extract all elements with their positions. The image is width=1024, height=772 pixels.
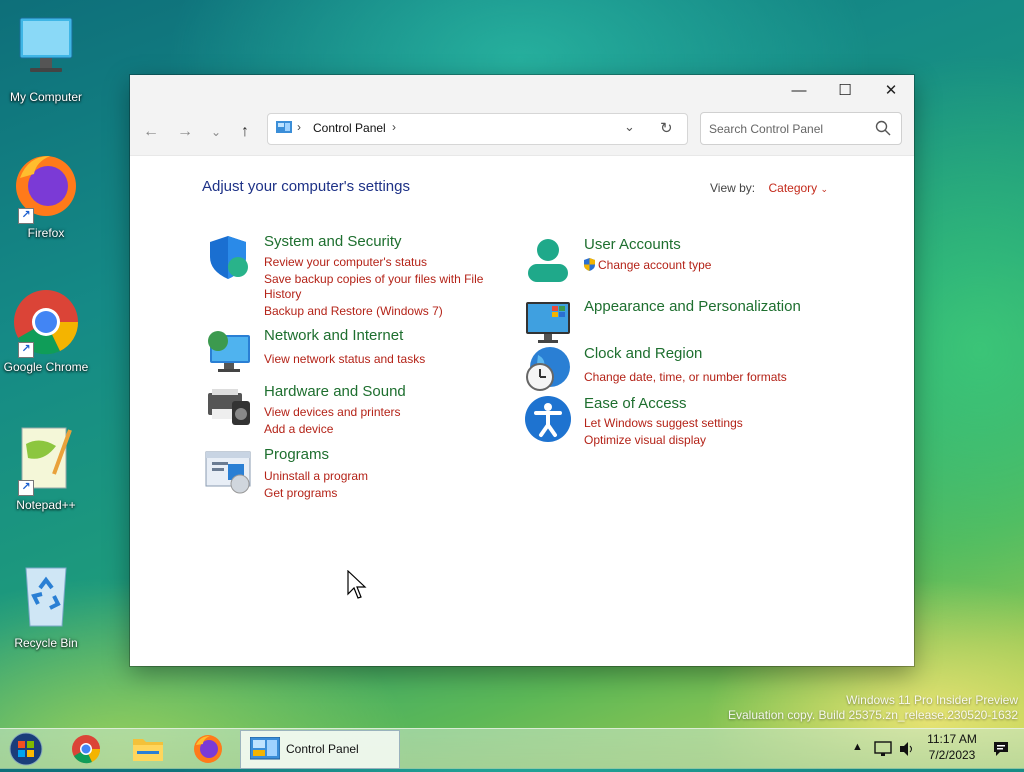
chrome-icon: ↗ xyxy=(10,284,82,358)
desktop-icon-label: Google Chrome xyxy=(3,360,89,374)
taskbar-control-panel-button[interactable]: Control Panel xyxy=(240,730,400,769)
content-area: Adjust your computer's settings View by:… xyxy=(130,156,914,666)
breadcrumb-separator: › xyxy=(297,120,301,134)
taskbar-file-explorer-icon[interactable] xyxy=(131,733,165,765)
appearance-monitor-icon xyxy=(524,298,572,346)
control-panel-icon xyxy=(249,736,281,766)
control-panel-small-icon xyxy=(276,121,292,140)
evaluation-watermark: Windows 11 Pro Insider Preview Evaluatio… xyxy=(728,693,1018,723)
caret-up-icon: ▲ xyxy=(852,741,863,753)
link-date-time-formats[interactable]: Change date, time, or number formats xyxy=(584,369,787,386)
chevron-down-icon: ⌄ xyxy=(820,184,829,194)
control-panel-window: — ☐ ✕ ← → ⌄ ↑ › Control Panel › ⌄ ↻ Sear… xyxy=(130,75,914,666)
category-title[interactable]: Network and Internet xyxy=(264,327,403,344)
view-by: View by: Category ⌄ xyxy=(710,181,828,195)
category-title[interactable]: Hardware and Sound xyxy=(264,383,406,400)
desktop-icon-recycle-bin[interactable]: Recycle Bin xyxy=(0,560,92,650)
desktop-icon-firefox[interactable]: ↗ Firefox xyxy=(0,150,92,240)
category-title[interactable]: Programs xyxy=(264,446,329,463)
category-title[interactable]: Ease of Access xyxy=(584,395,687,412)
category-title[interactable]: User Accounts xyxy=(584,236,681,253)
navigation-bar: ← → ⌄ ↑ › Control Panel › ⌄ ↻ Search Con… xyxy=(130,105,914,156)
back-button[interactable]: ← xyxy=(140,121,162,143)
taskbar-chrome-icon[interactable] xyxy=(70,733,102,765)
shortcut-arrow-icon: ↗ xyxy=(18,342,34,358)
programs-icon xyxy=(204,446,252,494)
minimize-button[interactable]: — xyxy=(776,75,822,105)
link-backup-restore[interactable]: Backup and Restore (Windows 7) xyxy=(264,303,483,320)
printer-icon xyxy=(204,383,252,431)
recycle-bin-icon xyxy=(10,560,82,632)
network-globe-icon xyxy=(204,327,252,375)
shortcut-arrow-icon: ↗ xyxy=(18,480,34,496)
desktop-icon-label: Recycle Bin xyxy=(14,636,78,650)
desktop-icon-my-computer[interactable]: My Computer xyxy=(0,14,92,104)
refresh-icon[interactable]: ↻ xyxy=(660,119,673,137)
mouse-cursor-icon xyxy=(347,569,367,605)
desktop-icon-label: My Computer xyxy=(9,90,83,104)
close-button[interactable]: ✕ xyxy=(868,75,914,105)
view-by-label: View by: xyxy=(710,181,756,195)
uac-shield-icon xyxy=(583,258,596,276)
shortcut-arrow-icon: ↗ xyxy=(18,208,34,224)
link-add-device[interactable]: Add a device xyxy=(264,421,401,438)
clock-time: 11:17 AM xyxy=(927,732,977,746)
search-box[interactable]: Search Control Panel xyxy=(700,112,902,145)
category-title[interactable]: System and Security xyxy=(264,233,402,250)
desktop-icon-label: Notepad++ xyxy=(16,498,76,512)
taskbar: Control Panel ▲ 11:17 AM 7/2/2023 xyxy=(0,728,1024,769)
title-bar: — ☐ ✕ xyxy=(130,75,914,105)
minimize-icon: — xyxy=(791,81,807,99)
desktop-icon-label: Firefox xyxy=(27,226,65,240)
up-button[interactable]: ↑ xyxy=(234,121,256,143)
view-by-dropdown[interactable]: Category ⌄ xyxy=(768,181,828,195)
shield-icon xyxy=(204,233,252,281)
watermark-line-2: Evaluation copy. Build 25375.zn_release.… xyxy=(728,708,1018,722)
link-optimize-display[interactable]: Optimize visual display xyxy=(584,432,743,449)
maximize-button[interactable]: ☐ xyxy=(822,75,868,105)
link-devices-printers[interactable]: View devices and printers xyxy=(264,404,401,421)
category-title[interactable]: Appearance and Personalization xyxy=(584,298,801,315)
taskbar-button-label: Control Panel xyxy=(286,742,359,756)
clock[interactable]: 11:17 AM 7/2/2023 xyxy=(922,729,982,769)
taskbar-firefox-icon[interactable] xyxy=(192,733,224,765)
user-icon xyxy=(524,236,572,284)
search-icon xyxy=(875,120,891,141)
search-input[interactable]: Search Control Panel xyxy=(709,122,823,136)
clock-globe-icon xyxy=(524,345,572,393)
page-title: Adjust your computer's settings xyxy=(202,178,410,195)
link-file-history-cont[interactable]: History xyxy=(264,286,483,303)
link-network-status[interactable]: View network status and tasks xyxy=(264,351,425,368)
breadcrumb-control-panel[interactable]: Control Panel xyxy=(313,121,386,135)
desktop-icon-notepadpp[interactable]: ↗ Notepad++ xyxy=(0,422,92,512)
category-title[interactable]: Clock and Region xyxy=(584,345,702,362)
clock-date: 7/2/2023 xyxy=(928,748,976,762)
link-suggest-settings[interactable]: Let Windows suggest settings xyxy=(584,415,743,432)
address-bar[interactable]: › Control Panel › ⌄ ↻ xyxy=(267,113,688,145)
link-review-status[interactable]: Review your computer's status xyxy=(264,254,483,271)
link-change-account-type[interactable]: Change account type xyxy=(583,257,711,276)
notepadpp-icon: ↗ xyxy=(10,422,82,496)
maximize-icon: ☐ xyxy=(838,82,852,99)
monitor-icon xyxy=(10,14,82,86)
recent-locations-button[interactable]: ⌄ xyxy=(205,121,227,143)
view-by-value: Category xyxy=(768,181,818,195)
breadcrumb-trailing-separator[interactable]: › xyxy=(392,120,396,134)
close-icon: ✕ xyxy=(884,82,898,99)
desktop-icon-chrome[interactable]: ↗ Google Chrome xyxy=(0,284,92,374)
address-dropdown-icon[interactable]: ⌄ xyxy=(624,119,635,135)
firefox-icon: ↗ xyxy=(10,150,82,224)
watermark-line-1: Windows 11 Pro Insider Preview xyxy=(846,693,1018,707)
link-get-programs[interactable]: Get programs xyxy=(264,485,368,502)
link-uninstall[interactable]: Uninstall a program xyxy=(264,468,368,485)
start-button[interactable] xyxy=(8,731,44,766)
link-text: Change account type xyxy=(598,258,712,272)
accessibility-icon xyxy=(524,395,572,443)
forward-button[interactable]: → xyxy=(174,121,196,143)
